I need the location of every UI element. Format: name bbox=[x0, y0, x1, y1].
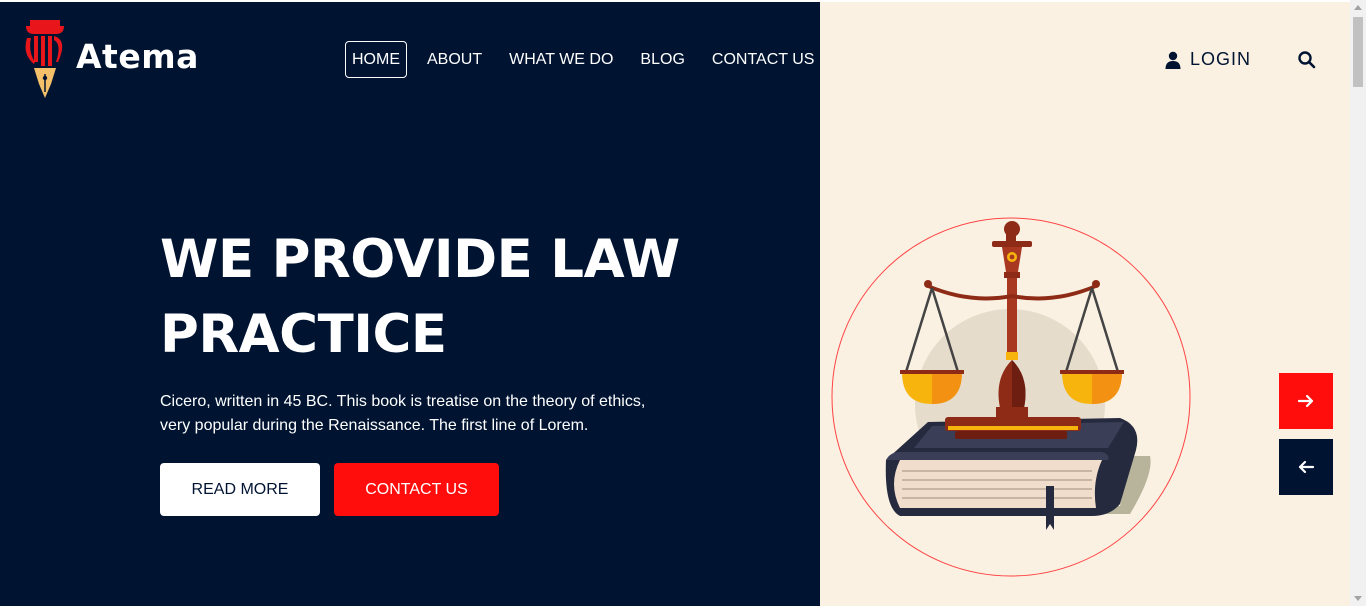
nav-item-blog[interactable]: BLOG bbox=[633, 41, 691, 78]
scales-of-justice-illustration bbox=[831, 217, 1191, 577]
search-button[interactable] bbox=[1297, 50, 1317, 70]
login-link[interactable]: LOGIN bbox=[1165, 49, 1251, 70]
slider-prev-button[interactable] bbox=[1279, 439, 1333, 495]
user-icon bbox=[1165, 51, 1181, 69]
hero-title: WE PROVIDE LAW PRACTICE bbox=[160, 222, 720, 372]
scroll-up-arrow[interactable] bbox=[1354, 5, 1362, 10]
nav-item-contact-us[interactable]: CONTACT US bbox=[705, 41, 822, 78]
scrollbar-thumb[interactable] bbox=[1353, 17, 1363, 87]
brand-name: Atema bbox=[76, 36, 199, 76]
slider-next-button[interactable] bbox=[1279, 373, 1333, 429]
hero-title-line2: PRACTICE bbox=[160, 304, 447, 365]
arrow-right-icon bbox=[1297, 394, 1314, 408]
hero-description: Cicero, written in 45 BC. This book is t… bbox=[160, 390, 660, 438]
nav-item-about[interactable]: ABOUT bbox=[420, 41, 489, 78]
page-scrollbar[interactable] bbox=[1350, 0, 1366, 606]
read-more-button[interactable]: READ MORE bbox=[160, 463, 320, 516]
nav-item-what-we-do[interactable]: WHAT WE DO bbox=[502, 41, 620, 78]
brand-logo[interactable]: Atema bbox=[24, 18, 199, 100]
main-nav: HOME ABOUT WHAT WE DO BLOG CONTACT US bbox=[345, 41, 834, 78]
nav-item-home[interactable]: HOME bbox=[345, 41, 407, 78]
search-icon bbox=[1298, 51, 1316, 69]
arrow-left-icon bbox=[1298, 460, 1315, 474]
pillar-pen-logo-icon bbox=[25, 20, 64, 98]
login-label: LOGIN bbox=[1190, 49, 1252, 69]
contact-us-button[interactable]: CONTACT US bbox=[334, 463, 499, 516]
hero-title-line1: WE PROVIDE LAW bbox=[160, 229, 680, 290]
scroll-down-arrow[interactable] bbox=[1354, 596, 1362, 601]
hero-description-line1: Cicero, written in 45 BC. This book is t… bbox=[160, 393, 646, 410]
hero-description-line2: very popular during the Renaissance. The… bbox=[160, 417, 589, 434]
